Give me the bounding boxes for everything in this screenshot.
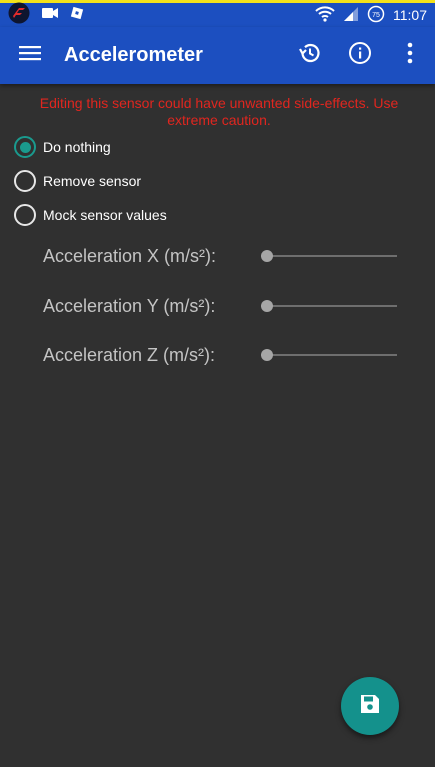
save-button[interactable]: [341, 677, 399, 735]
save-icon: [360, 694, 380, 719]
app-bar: Accelerometer: [0, 27, 435, 84]
menu-icon: [19, 45, 41, 66]
option-label: Remove sensor: [43, 173, 142, 189]
app-logo-icon: [8, 2, 30, 29]
acceleration-z-label: Acceleration Z (m/s²):: [43, 344, 216, 365]
video-camera-icon: [42, 6, 58, 24]
slider-thumb[interactable]: [261, 250, 273, 262]
option-label: Mock sensor values: [43, 207, 167, 223]
acceleration-y-slider[interactable]: [261, 296, 397, 316]
history-button[interactable]: [285, 27, 335, 84]
battery-icon: 75: [367, 5, 385, 26]
option-remove-sensor[interactable]: Remove sensor: [14, 168, 141, 194]
svg-text:75: 75: [372, 12, 380, 19]
radio-unchecked-icon[interactable]: [14, 170, 36, 192]
acceleration-z-slider[interactable]: [261, 345, 397, 365]
status-bar: 75 11:07: [0, 2, 435, 29]
acceleration-x-slider[interactable]: [261, 246, 397, 266]
slider-thumb[interactable]: [261, 300, 273, 312]
status-time: 11:07: [393, 7, 427, 23]
acceleration-x-label: Acceleration X (m/s²):: [43, 245, 217, 266]
acceleration-y-label: Acceleration Y (m/s²):: [43, 295, 216, 316]
acceleration-x-row: Acceleration X (m/s²):: [43, 241, 403, 271]
app-title: Accelerometer: [64, 44, 203, 66]
info-icon: [348, 41, 372, 70]
more-vert-icon: [406, 42, 414, 69]
warning-message: Editing this sensor could have unwanted …: [39, 95, 399, 128]
option-label: Do nothing: [43, 139, 111, 155]
slider-thumb[interactable]: [261, 349, 273, 361]
acceleration-z-row: Acceleration Z (m/s²):: [43, 340, 403, 370]
history-icon: [298, 41, 322, 70]
radio-unchecked-icon[interactable]: [14, 204, 36, 226]
acceleration-y-row: Acceleration Y (m/s²):: [43, 291, 403, 321]
more-options-button[interactable]: [385, 27, 435, 84]
roblox-icon: [70, 6, 84, 25]
wifi-icon: [315, 5, 335, 25]
option-mock-sensor-values[interactable]: Mock sensor values: [14, 202, 167, 228]
info-button[interactable]: [335, 27, 385, 84]
signal-icon: [343, 6, 359, 25]
option-do-nothing[interactable]: Do nothing: [14, 134, 111, 160]
menu-button[interactable]: [0, 27, 60, 84]
radio-checked-icon[interactable]: [14, 136, 36, 158]
